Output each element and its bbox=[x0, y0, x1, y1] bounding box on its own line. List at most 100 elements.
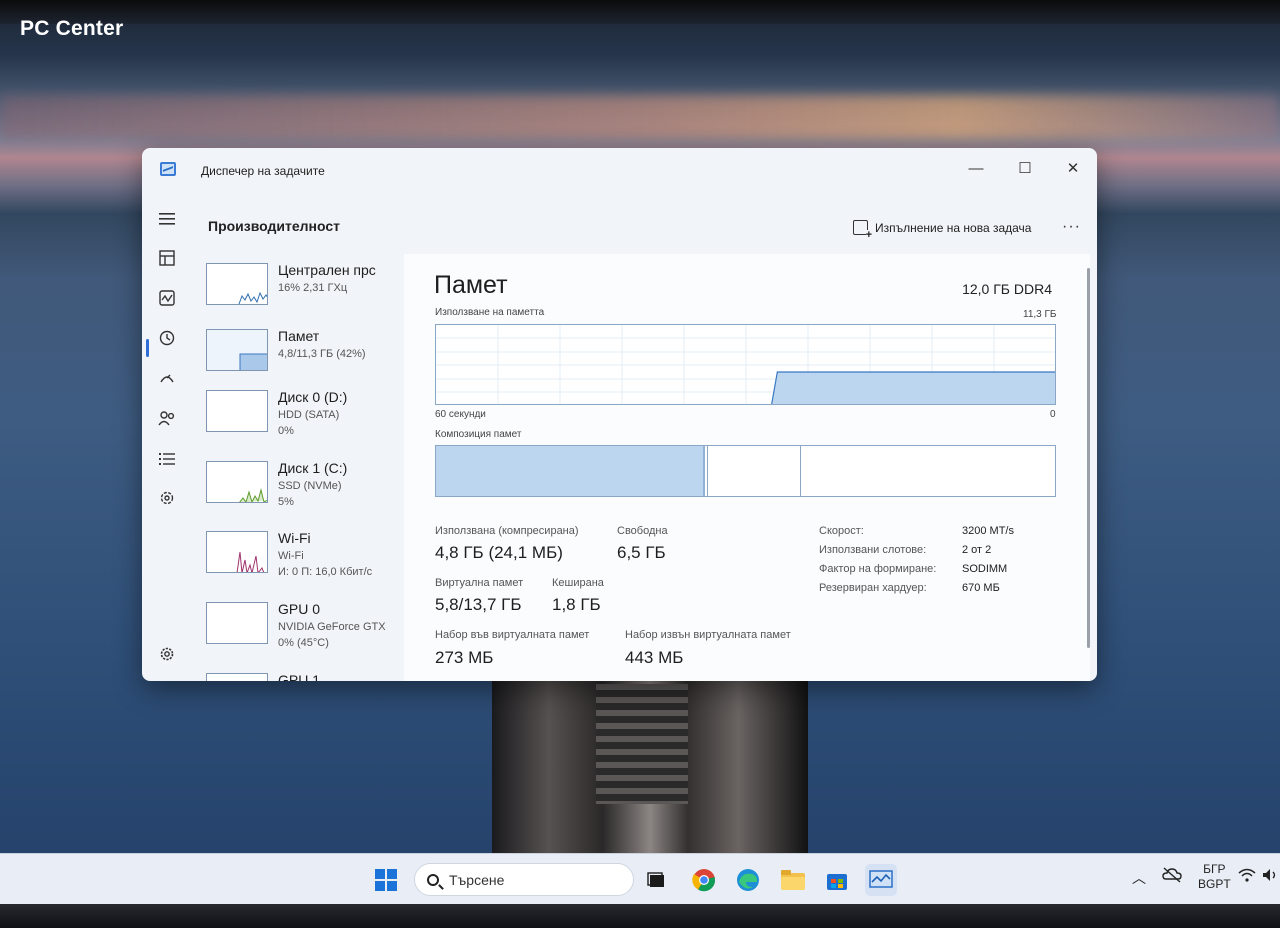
list-item-sub: 4,8/11,3 ГБ (42%) bbox=[278, 348, 366, 360]
list-item-gpu1[interactable]: GPU 1 bbox=[204, 670, 402, 681]
screen-bezel-bottom bbox=[0, 904, 1280, 928]
chevron-up-icon[interactable]: ︿ bbox=[1132, 868, 1146, 888]
window-title: Диспечер на задачите bbox=[201, 164, 325, 178]
usage-graph-label: Използване на паметта bbox=[435, 307, 545, 318]
list-item-disk1[interactable]: Диск 1 (C:) SSD (NVMe) 5% bbox=[204, 458, 402, 520]
startup-apps-icon[interactable] bbox=[153, 368, 181, 396]
title-bar[interactable]: Диспечер на задачите — ☐ ✕ bbox=[142, 148, 1097, 192]
file-explorer-icon[interactable] bbox=[777, 864, 809, 896]
onedrive-offline-icon[interactable] bbox=[1162, 866, 1182, 887]
list-item-sub: 16% 2,31 ГХц bbox=[278, 282, 348, 294]
start-button[interactable] bbox=[370, 864, 402, 896]
hamburger-icon[interactable] bbox=[153, 208, 181, 236]
nonpaged-pool-label: Набор извън виртуалната памет bbox=[625, 629, 791, 641]
page-header: Производителност Изпълнение на нова зада… bbox=[192, 192, 1097, 254]
memory-usage-graph bbox=[435, 324, 1056, 405]
close-button[interactable]: ✕ bbox=[1050, 154, 1096, 184]
usage-graph-max: 11,3 ГБ bbox=[1023, 309, 1057, 320]
wallpaper-clouds bbox=[0, 95, 1280, 140]
list-item-sub: HDD (SATA) bbox=[278, 409, 340, 421]
list-item-wifi[interactable]: Wi-Fi Wi-Fi И: 0 П: 16,0 Кбит/с bbox=[204, 528, 402, 590]
chrome-icon[interactable] bbox=[688, 864, 720, 896]
keyboard-layout: BGPT bbox=[1198, 877, 1231, 891]
list-item-sub: Wi-Fi bbox=[278, 550, 304, 562]
available-label: Свободна bbox=[617, 525, 668, 537]
speed-value: 3200 MT/s bbox=[962, 525, 1014, 537]
processes-icon[interactable] bbox=[153, 248, 181, 276]
page-title: Производителност bbox=[208, 218, 341, 234]
memory-thumbnail-graph bbox=[206, 329, 268, 371]
speaker-icon[interactable] bbox=[1262, 868, 1278, 885]
details-icon[interactable] bbox=[153, 448, 181, 476]
store-icon[interactable] bbox=[821, 864, 853, 896]
list-item-sub: 5% bbox=[278, 496, 294, 508]
list-item-name: Централен прс bbox=[278, 262, 376, 278]
slots-value: 2 от 2 bbox=[962, 544, 992, 556]
speed-label: Скорост: bbox=[819, 525, 864, 537]
list-item-name: GPU 0 bbox=[278, 601, 321, 617]
more-options-button[interactable]: ··· bbox=[1062, 218, 1081, 236]
new-task-icon bbox=[853, 220, 872, 240]
services-icon[interactable] bbox=[153, 488, 181, 516]
edge-icon[interactable] bbox=[732, 864, 764, 896]
reserved-value: 670 МБ bbox=[962, 582, 1000, 594]
list-item-name: Памет bbox=[278, 328, 320, 344]
time-axis-label: 60 секунди bbox=[435, 409, 486, 420]
resource-list: Централен прс 16% 2,31 ГХц Памет 4,8/11,… bbox=[192, 254, 402, 681]
in-use-value: 4,8 ГБ (24,1 МБ) bbox=[435, 543, 563, 562]
gpu0-thumbnail-graph bbox=[206, 602, 268, 644]
maximize-button[interactable]: ☐ bbox=[1002, 154, 1048, 184]
panel-scrollbar[interactable] bbox=[1087, 268, 1090, 648]
run-new-task-button[interactable]: Изпълнение на нова задача bbox=[853, 220, 1032, 240]
memory-usage-svg bbox=[436, 325, 1055, 404]
list-item-memory[interactable]: Памет 4,8/11,3 ГБ (42%) bbox=[204, 326, 402, 388]
run-new-task-label: Изпълнение на нова задача bbox=[875, 220, 1032, 235]
cpu-thumbnail-graph bbox=[206, 263, 268, 305]
watermark: PC Center bbox=[20, 17, 124, 40]
committed-value: 5,8/13,7 ГБ bbox=[435, 595, 522, 614]
search-placeholder: Търсене bbox=[449, 871, 505, 888]
wallpaper-stairs bbox=[596, 684, 688, 804]
language-code: БГР bbox=[1203, 862, 1226, 876]
memory-detail-panel: Памет 12,0 ГБ DDR4 Използване на паметта… bbox=[404, 254, 1090, 681]
task-manager-window: Диспечер на задачите — ☐ ✕ Производителн… bbox=[142, 148, 1097, 681]
list-item-sub: 0% (45°C) bbox=[278, 637, 329, 649]
settings-icon[interactable] bbox=[153, 644, 181, 672]
list-item-sub: NVIDIA GeForce GTX bbox=[278, 621, 386, 633]
slots-label: Използвани слотове: bbox=[819, 544, 927, 556]
paged-pool-value: 273 МБ bbox=[435, 648, 494, 667]
paged-pool-label: Набор във виртуалната памет bbox=[435, 629, 590, 641]
performance-icon[interactable] bbox=[153, 288, 181, 316]
gpu1-thumbnail-graph bbox=[206, 673, 268, 681]
task-manager-app-icon bbox=[160, 162, 176, 176]
list-item-cpu[interactable]: Централен прс 16% 2,31 ГХц bbox=[204, 260, 402, 322]
cached-value: 1,8 ГБ bbox=[552, 595, 601, 614]
available-value: 6,5 ГБ bbox=[617, 543, 666, 562]
app-history-icon[interactable] bbox=[153, 328, 181, 356]
minimize-button[interactable]: — bbox=[953, 154, 999, 184]
search-icon bbox=[427, 873, 439, 886]
composition-standby bbox=[436, 446, 802, 496]
list-item-disk0[interactable]: Диск 0 (D:) HDD (SATA) 0% bbox=[204, 387, 402, 449]
task-view-icon[interactable] bbox=[641, 864, 673, 896]
task-manager-taskbar-icon[interactable] bbox=[865, 864, 897, 896]
users-icon[interactable] bbox=[153, 408, 181, 436]
list-item-name: Wi-Fi bbox=[278, 530, 311, 546]
list-item-name: Диск 0 (D:) bbox=[278, 389, 348, 405]
wifi-icon[interactable] bbox=[1238, 868, 1256, 885]
memory-spec: 12,0 ГБ DDR4 bbox=[962, 281, 1052, 297]
zero-axis-label: 0 bbox=[1050, 409, 1056, 420]
list-item-sub: 0% bbox=[278, 425, 294, 437]
reserved-label: Резервиран хардуер: bbox=[819, 582, 927, 594]
memory-usage-area bbox=[771, 371, 1055, 404]
list-item-sub: И: 0 П: 16,0 Кбит/с bbox=[278, 566, 373, 578]
nav-active-indicator bbox=[146, 339, 149, 357]
language-indicator[interactable]: БГР BGPT bbox=[1198, 862, 1231, 892]
list-item-gpu0[interactable]: GPU 0 NVIDIA GeForce GTX 0% (45°C) bbox=[204, 599, 402, 661]
list-item-name: Диск 1 (C:) bbox=[278, 460, 348, 476]
in-use-label: Използвана (компресирана) bbox=[435, 525, 579, 537]
taskbar-search[interactable]: Търсене bbox=[414, 863, 634, 896]
wifi-thumbnail-graph bbox=[206, 531, 268, 573]
cached-label: Кеширана bbox=[552, 577, 604, 589]
committed-label: Виртуална памет bbox=[435, 577, 524, 589]
